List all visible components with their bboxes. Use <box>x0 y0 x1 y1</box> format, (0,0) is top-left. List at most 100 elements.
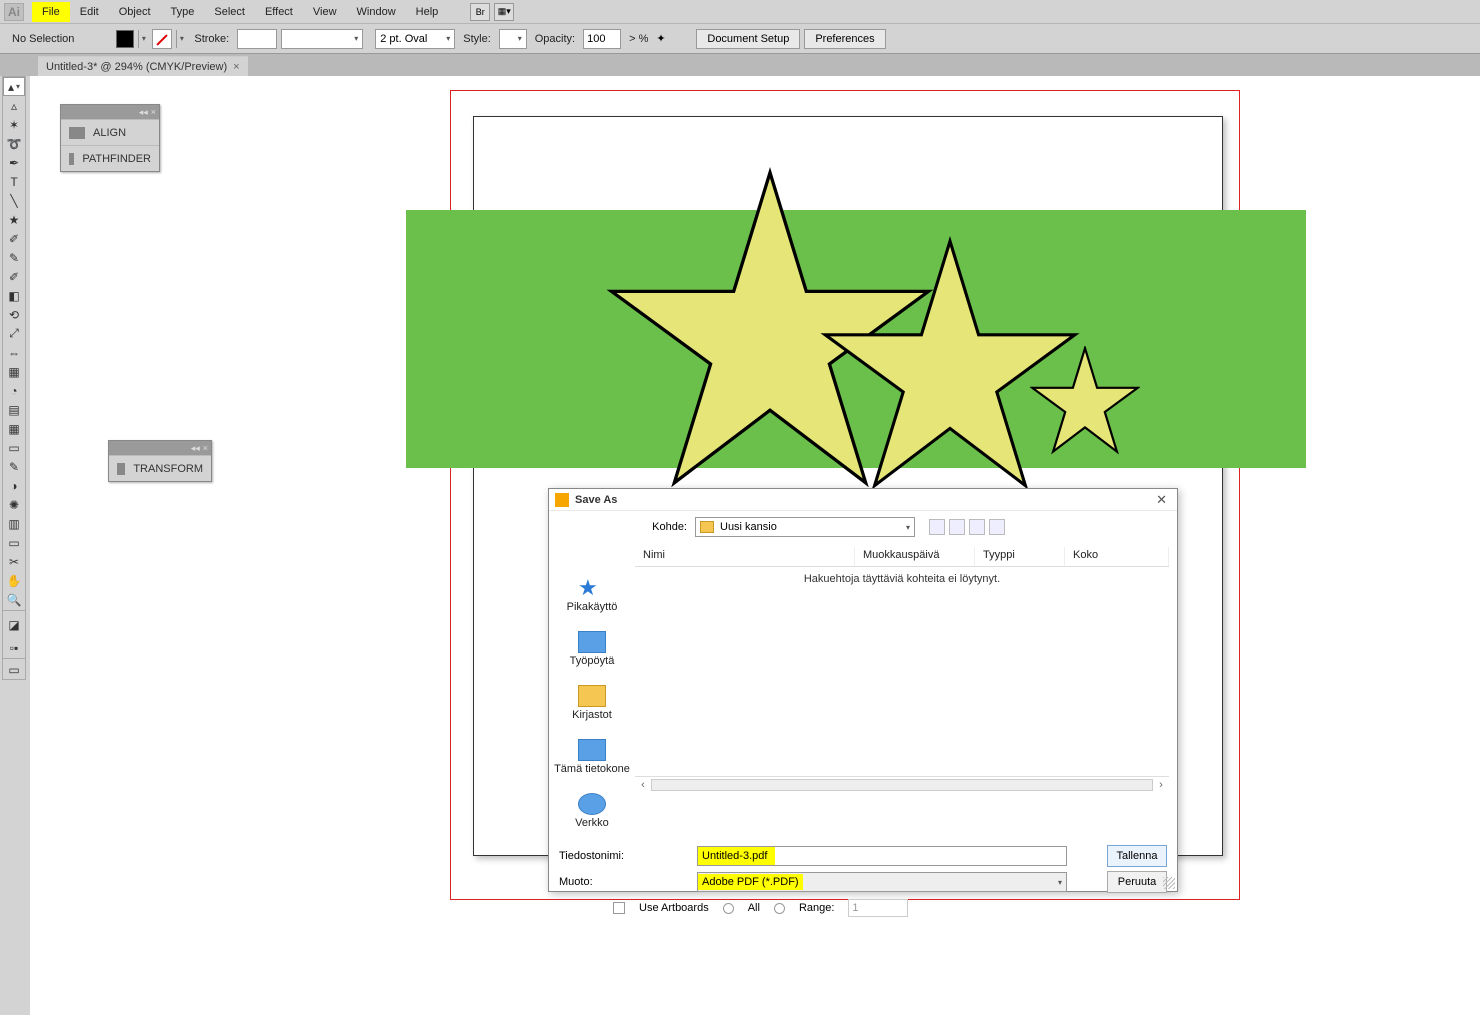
menu-object[interactable]: Object <box>109 2 161 22</box>
panel-header[interactable]: ◂◂× <box>109 441 211 455</box>
menu-type[interactable]: Type <box>161 2 205 22</box>
use-artboards-label: Use Artboards <box>639 902 709 914</box>
zoom-tool[interactable]: 🔍 <box>3 590 25 609</box>
col-type[interactable]: Tyyppi <box>975 547 1065 566</box>
color-mode-toggle[interactable]: ▫▪ <box>3 638 25 657</box>
lasso-tool[interactable]: ➰ <box>3 134 25 153</box>
sidebar-desktop[interactable]: Työpöytä <box>570 631 615 667</box>
view-menu-icon[interactable] <box>989 519 1005 535</box>
close-dialog-icon[interactable]: ✕ <box>1152 492 1171 508</box>
col-name[interactable]: Nimi <box>635 547 855 566</box>
perspective-tool[interactable]: ▤ <box>3 400 25 419</box>
up-icon[interactable] <box>949 519 965 535</box>
fill-swatch[interactable] <box>116 30 134 48</box>
collapse-icon[interactable]: ◂◂ <box>191 444 200 453</box>
scroll-right-icon[interactable]: › <box>1153 779 1169 791</box>
close-icon[interactable]: × <box>203 444 208 453</box>
menu-window[interactable]: Window <box>347 2 406 22</box>
horizontal-scrollbar[interactable]: ‹ › <box>635 777 1169 793</box>
artboard-tool[interactable]: ▭ <box>3 533 25 552</box>
document-setup-button[interactable]: Document Setup <box>696 29 800 49</box>
close-tab-icon[interactable]: × <box>233 61 239 73</box>
sidebar-this-pc[interactable]: Tämä tietokone <box>554 739 630 775</box>
file-list[interactable]: Hakuehtoja täyttäviä kohteita ei löytyny… <box>635 567 1169 777</box>
symbol-sprayer-tool[interactable]: ✺ <box>3 495 25 514</box>
blob-brush-tool[interactable]: ✐ <box>3 267 25 286</box>
stroke-none-swatch[interactable] <box>152 29 172 49</box>
slice-tool[interactable]: ✂ <box>3 552 25 571</box>
preferences-button[interactable]: Preferences <box>804 29 885 49</box>
resize-grip[interactable] <box>1163 877 1175 889</box>
sidebar-quick-access[interactable]: ★Pikakäyttö <box>567 577 618 613</box>
eyedropper-tool[interactable]: ✎ <box>3 457 25 476</box>
use-artboards-checkbox[interactable] <box>613 902 625 914</box>
recolor-icon[interactable]: ✦ <box>656 32 678 45</box>
blend-tool[interactable]: ◑ <box>3 476 25 495</box>
width-tool[interactable]: ⇔ <box>3 343 25 362</box>
document-tab[interactable]: Untitled-3* @ 294% (CMYK/Preview) × <box>38 56 248 76</box>
scale-tool[interactable]: ⤢ <box>3 324 25 343</box>
close-icon[interactable]: × <box>151 108 156 117</box>
mesh-tool[interactable]: ▦ <box>3 419 25 438</box>
dash-select[interactable]: 2 pt. Oval <box>375 29 455 49</box>
all-radio[interactable] <box>723 903 734 914</box>
cancel-button[interactable]: Peruuta <box>1107 871 1167 893</box>
range-radio[interactable] <box>774 903 785 914</box>
gradient-tool[interactable]: ▭ <box>3 438 25 457</box>
transform-panel[interactable]: ◂◂× TRANSFORM <box>108 440 212 482</box>
graph-tool[interactable]: ▥ <box>3 514 25 533</box>
menu-select[interactable]: Select <box>204 2 255 22</box>
new-folder-icon[interactable] <box>969 519 985 535</box>
menu-effect[interactable]: Effect <box>255 2 303 22</box>
direct-selection-tool[interactable]: ▵ <box>3 96 25 115</box>
hand-tool[interactable]: ✋ <box>3 571 25 590</box>
shape-builder-tool[interactable]: ◔ <box>3 381 25 400</box>
menu-view[interactable]: View <box>303 2 347 22</box>
pathfinder-panel-tab[interactable]: PATHFINDER <box>61 145 159 171</box>
line-tool[interactable]: ╲ <box>3 191 25 210</box>
save-button[interactable]: Tallenna <box>1107 845 1167 867</box>
panel-header[interactable]: ◂◂× <box>61 105 159 119</box>
fill-dropdown[interactable] <box>138 30 148 48</box>
tool-panel: ▴ ▵ ✶ ➰ ✒ T ╲ ★ ✐ ✎ ✐ ◧ ⟲ ⤢ ⇔ ▦ ◔ ▤ ▦ ▭ … <box>2 76 26 680</box>
pen-tool[interactable]: ✒ <box>3 153 25 172</box>
sidebar-libraries[interactable]: Kirjastot <box>572 685 612 721</box>
filename-input[interactable] <box>697 846 1067 866</box>
selection-tool[interactable]: ▴ <box>3 77 25 96</box>
menu-help[interactable]: Help <box>406 2 449 22</box>
kohde-folder-select[interactable]: Uusi kansio <box>695 517 915 537</box>
back-icon[interactable] <box>929 519 945 535</box>
brush-select[interactable] <box>281 29 363 49</box>
free-transform-tool[interactable]: ▦ <box>3 362 25 381</box>
shape-tool[interactable]: ★ <box>3 210 25 229</box>
stroke-dropdown[interactable] <box>176 30 186 48</box>
eraser-tool[interactable]: ◧ <box>3 286 25 305</box>
format-select[interactable]: Adobe PDF (*.PDF) <box>697 872 1067 892</box>
fill-stroke-indicator[interactable]: ◪ <box>3 612 25 638</box>
align-pathfinder-panel[interactable]: ◂◂× ALIGN PATHFINDER <box>60 104 160 172</box>
file-list-header[interactable]: Nimi Muokkauspäivä Tyyppi Koko <box>635 547 1169 567</box>
scroll-track[interactable] <box>651 779 1153 791</box>
pencil-tool[interactable]: ✎ <box>3 248 25 267</box>
paintbrush-tool[interactable]: ✐ <box>3 229 25 248</box>
range-input[interactable] <box>848 899 908 917</box>
dialog-titlebar[interactable]: Save As ✕ <box>549 489 1177 511</box>
style-select[interactable] <box>499 29 527 49</box>
bridge-icon[interactable]: Br <box>470 3 490 21</box>
scroll-left-icon[interactable]: ‹ <box>635 779 651 791</box>
magic-wand-tool[interactable]: ✶ <box>3 115 25 134</box>
screen-mode-toggle[interactable]: ▭ <box>3 660 25 679</box>
align-panel-tab[interactable]: ALIGN <box>61 119 159 145</box>
col-modified[interactable]: Muokkauspäivä <box>855 547 975 566</box>
arrange-docs-icon[interactable]: ▦▾ <box>494 3 514 21</box>
col-size[interactable]: Koko <box>1065 547 1169 566</box>
opacity-input[interactable] <box>583 29 621 49</box>
sidebar-network[interactable]: Verkko <box>575 793 609 829</box>
stroke-weight-input[interactable] <box>237 29 277 49</box>
type-tool[interactable]: T <box>3 172 25 191</box>
menu-file[interactable]: File <box>32 2 70 22</box>
menu-edit[interactable]: Edit <box>70 2 109 22</box>
rotate-tool[interactable]: ⟲ <box>3 305 25 324</box>
collapse-icon[interactable]: ◂◂ <box>139 108 148 117</box>
transform-panel-tab[interactable]: TRANSFORM <box>109 455 211 481</box>
